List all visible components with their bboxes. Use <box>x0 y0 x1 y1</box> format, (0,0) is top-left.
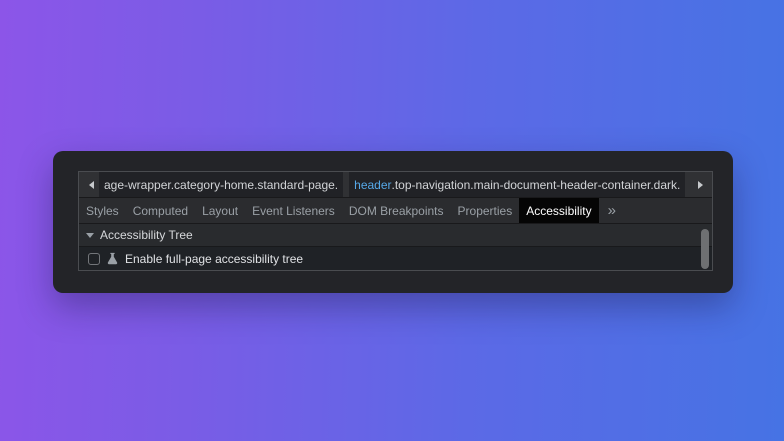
breadcrumb-scroll-left-button[interactable] <box>83 172 99 197</box>
disclosure-triangle-icon <box>86 233 94 238</box>
tab-computed[interactable]: Computed <box>126 198 195 223</box>
tab-properties[interactable]: Properties <box>451 198 520 223</box>
tab-dom-breakpoints[interactable]: DOM Breakpoints <box>342 198 451 223</box>
breadcrumb-class-list: .top-navigation.main-document-header-con… <box>392 178 681 192</box>
tab-event-listeners[interactable]: Event Listeners <box>245 198 342 223</box>
devtools-window: age-wrapper.category-home.standard-page.… <box>53 151 733 293</box>
breadcrumb-tag-name: header <box>354 178 391 192</box>
tab-layout[interactable]: Layout <box>195 198 245 223</box>
breadcrumb-scroll-right-button[interactable] <box>692 172 708 197</box>
tab-accessibility[interactable]: Accessibility <box>519 198 598 223</box>
breadcrumb-item-page-wrapper[interactable]: age-wrapper.category-home.standard-page. <box>99 172 343 197</box>
desktop-background: age-wrapper.category-home.standard-page.… <box>0 0 784 441</box>
vertical-scrollbar-thumb[interactable] <box>701 229 709 269</box>
chevron-left-icon <box>89 181 94 189</box>
experiment-flask-icon <box>106 252 119 265</box>
section-title: Accessibility Tree <box>100 228 193 242</box>
enable-full-page-accessibility-checkbox[interactable] <box>88 253 100 265</box>
enable-full-page-accessibility-row: Enable full-page accessibility tree <box>79 247 712 270</box>
more-tabs-button[interactable]: » <box>599 198 625 223</box>
chevron-right-icon <box>698 181 703 189</box>
experiment-row-label: Enable full-page accessibility tree <box>125 252 303 266</box>
breadcrumb-item-header[interactable]: header.top-navigation.main-document-head… <box>349 172 685 197</box>
devtools-sidebar-pane: age-wrapper.category-home.standard-page.… <box>78 171 713 271</box>
sidebar-tab-bar: Styles Computed Layout Event Listeners D… <box>79 198 712 224</box>
tab-styles[interactable]: Styles <box>79 198 126 223</box>
accessibility-tree-section-header[interactable]: Accessibility Tree <box>79 224 712 247</box>
breadcrumb: age-wrapper.category-home.standard-page.… <box>79 172 712 198</box>
breadcrumb-item-label: age-wrapper.category-home.standard-page. <box>104 178 338 192</box>
